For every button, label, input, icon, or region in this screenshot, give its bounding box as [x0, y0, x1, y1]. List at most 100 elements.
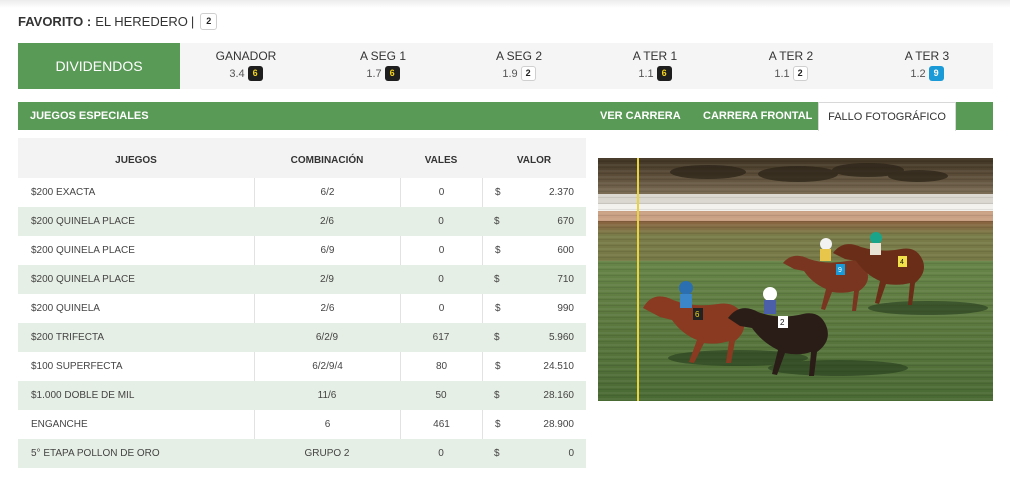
dividend-horse-badge: 9 — [928, 66, 944, 81]
cell-juego: ENGANCHE — [31, 419, 88, 430]
valor-amount: 670 — [557, 216, 574, 227]
cell-valor: $670 — [482, 207, 586, 236]
section-title: JUEGOS ESPECIALES — [30, 110, 149, 122]
dividend-label: A TER 2 — [768, 49, 814, 63]
header-valor: VALOR — [516, 155, 552, 166]
header-vales: VALES — [424, 155, 458, 166]
currency-symbol: $ — [494, 390, 500, 401]
table-row: $100 SUPERFECTA 6/2/9/4 80 $24.510 — [18, 352, 586, 381]
favorito-line: FAVORITO : EL HEREDERO | 2 — [18, 11, 218, 31]
cell-vales: 0 — [400, 294, 482, 323]
favorito-separator: | — [190, 13, 195, 29]
horse-number-9: 9 — [838, 267, 842, 274]
dividend-label: A SEG 1 — [359, 49, 407, 63]
dividend-label: GANADOR — [215, 49, 277, 63]
dividend-horse-badge: 6 — [656, 66, 672, 81]
dividend-value: 1.1 — [638, 67, 654, 80]
table-row: 5° ETAPA POLLON DE ORO GRUPO 2 0 $0 — [18, 439, 586, 468]
top-shadow — [0, 0, 1010, 8]
table-row: $200 QUINELA PLACE 2/6 0 $670 — [18, 207, 586, 236]
valor-amount: 710 — [557, 274, 574, 285]
tab-carrera-frontal[interactable]: CARRERA FRONTAL — [703, 102, 812, 130]
cell-valor: $0 — [482, 439, 586, 468]
dividend-value-row: 1.7 6 — [328, 65, 438, 82]
header-juegos: JUEGOS — [115, 155, 157, 166]
table-header: JUEGOS COMBINACIÓN VALES VALOR — [18, 138, 586, 178]
dividend-a-seg-2: A SEG 2 1.9 2 — [464, 49, 574, 82]
dividend-label: A TER 3 — [904, 49, 950, 63]
currency-symbol: $ — [494, 448, 500, 459]
valor-amount: 28.160 — [543, 390, 574, 401]
cell-combinacion: 6/2/9 — [315, 332, 339, 343]
photo-finish-image: 6 2 9 4 — [598, 158, 993, 401]
tab-fallo-fotografico[interactable]: FALLO FOTOGRÁFICO — [818, 102, 956, 131]
juegos-table: JUEGOS COMBINACIÓN VALES VALOR $200 EXAC… — [18, 138, 586, 468]
favorito-name: EL HEREDERO — [95, 13, 188, 29]
cell-juego: $1.000 DOBLE DE MIL — [31, 390, 135, 401]
table-row: $200 EXACTA 6/2 0 $2.370 — [18, 178, 586, 207]
cell-vales: 0 — [438, 216, 444, 227]
horse-number-2: 2 — [780, 318, 785, 327]
dividend-value-row: 3.4 6 — [191, 65, 301, 82]
currency-symbol: $ — [495, 361, 501, 372]
table-row: $200 TRIFECTA 6/2/9 617 $5.960 — [18, 323, 586, 352]
dividend-value-row: 1.1 6 — [600, 65, 710, 82]
cell-combinacion: 6 — [254, 410, 400, 439]
dividend-label: A TER 1 — [632, 49, 678, 63]
valor-amount: 990 — [557, 303, 574, 314]
cell-combinacion: 6/2/9/4 — [254, 352, 400, 381]
valor-amount: 5.960 — [548, 332, 574, 343]
cell-combinacion: 2/6 — [320, 216, 334, 227]
cell-combinacion: 11/6 — [317, 390, 337, 401]
cell-juego: $200 EXACTA — [31, 187, 96, 198]
dividend-value: 1.9 — [502, 67, 518, 80]
cell-vales: 617 — [432, 332, 450, 343]
cell-combinacion: 6/2 — [254, 178, 400, 207]
dividend-horse-badge: 6 — [247, 66, 263, 81]
currency-symbol: $ — [494, 274, 500, 285]
dividend-horse-badge: 2 — [792, 66, 808, 81]
juegos-especiales-bar: JUEGOS ESPECIALES VER CARRERA CARRERA FR… — [18, 102, 993, 131]
horse-number-6: 6 — [695, 310, 700, 319]
cell-combinacion: GRUPO 2 — [304, 448, 350, 459]
favorito-number-badge: 2 — [200, 12, 218, 30]
cell-vales: 50 — [435, 390, 447, 401]
cell-valor: $710 — [482, 265, 586, 294]
table-row: ENGANCHE 6 461 $28.900 — [18, 410, 586, 439]
currency-symbol: $ — [495, 245, 501, 256]
currency-symbol: $ — [495, 303, 501, 314]
cell-vales: 0 — [400, 236, 482, 265]
cell-juego: $200 QUINELA — [31, 303, 100, 314]
dividend-horse-badge: 2 — [520, 66, 536, 81]
cell-valor: $24.510 — [482, 352, 586, 381]
cell-juego: 5° ETAPA POLLON DE ORO — [31, 448, 160, 459]
header-combinacion: COMBINACIÓN — [290, 155, 364, 166]
valor-amount: 24.510 — [543, 361, 574, 372]
cell-juego: $100 SUPERFECTA — [31, 361, 123, 372]
valor-amount: 28.900 — [543, 419, 574, 430]
cell-valor: $28.160 — [482, 381, 586, 410]
favorito-label: FAVORITO : — [18, 13, 92, 29]
dividendos-bar: DIVIDENDOS GANADOR 3.4 6 A SEG 1 1.7 6 A SEG 2… — [18, 43, 993, 89]
cell-combinacion: 2/9 — [320, 274, 334, 285]
cell-vales: 461 — [400, 410, 482, 439]
dividend-value-row: 1.9 2 — [464, 65, 574, 82]
valor-amount: 600 — [557, 245, 574, 256]
dividend-a-seg-1: A SEG 1 1.7 6 — [328, 49, 438, 82]
dividend-value-row: 1.2 9 — [872, 65, 982, 82]
cell-vales: 0 — [438, 274, 444, 285]
currency-symbol: $ — [495, 187, 501, 198]
tab-ver-carrera[interactable]: VER CARRERA — [600, 102, 681, 130]
table-row: $1.000 DOBLE DE MIL 11/6 50 $28.160 — [18, 381, 586, 410]
cell-combinacion: 6/9 — [254, 236, 400, 265]
cell-juego: $200 QUINELA PLACE — [31, 216, 135, 227]
cell-combinacion: 2/6 — [254, 294, 400, 323]
horse-number-4: 4 — [900, 259, 904, 266]
cell-valor: $2.370 — [482, 178, 586, 207]
table-row: $200 QUINELA 2/6 0 $990 — [18, 294, 586, 323]
dividend-horse-badge: 6 — [384, 66, 400, 81]
dividend-value: 3.4 — [229, 67, 245, 80]
currency-symbol: $ — [494, 332, 500, 343]
dividend-a-ter-3: A TER 3 1.2 9 — [872, 49, 982, 82]
cell-vales: 80 — [400, 352, 482, 381]
